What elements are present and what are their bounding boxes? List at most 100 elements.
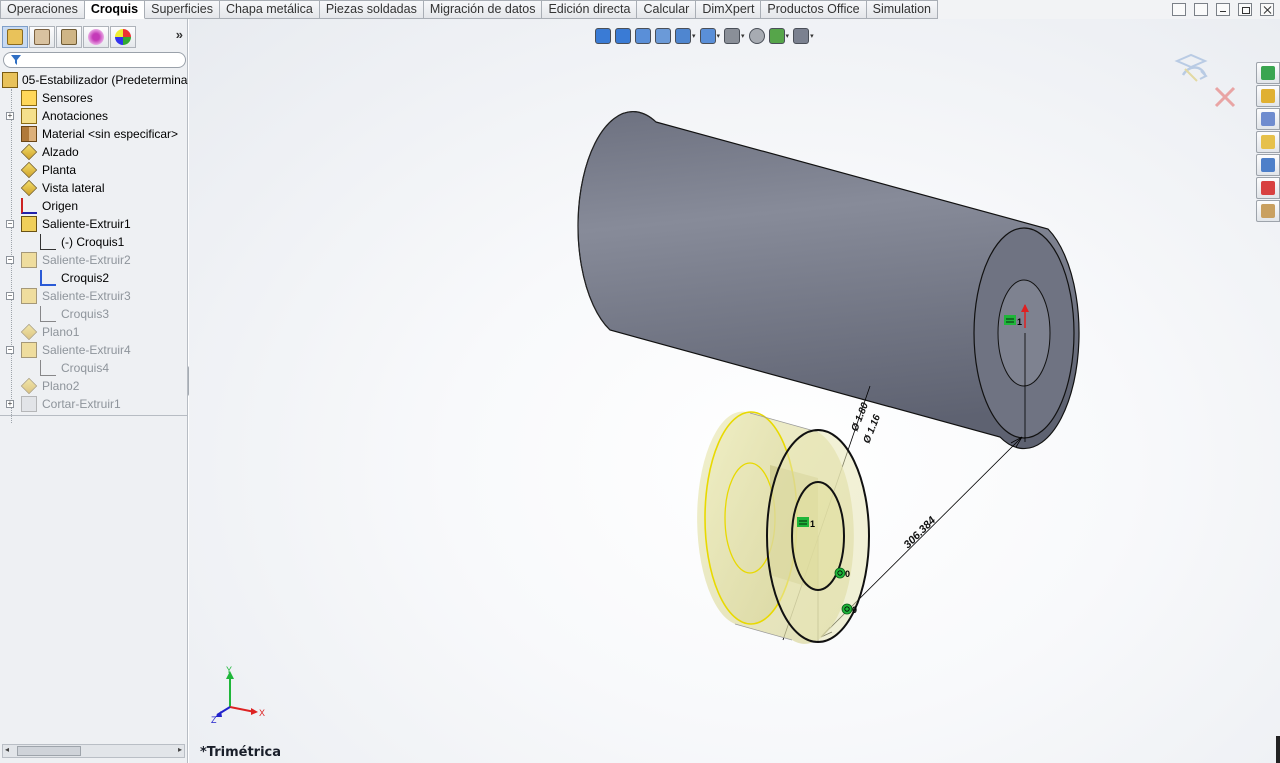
graphics-area[interactable]: ▾ ▾ ▾ ▾ ▾ 306.384 Ø 1.80 Ø 1.16 1 1 0 0 … xyxy=(189,19,1280,763)
tab-operaciones[interactable]: Operaciones xyxy=(0,0,85,19)
expand-icon[interactable]: + xyxy=(6,112,14,120)
command-manager-tabs: Operaciones Croquis Superficies Chapa metál… xyxy=(0,0,1280,19)
sensors-icon xyxy=(21,90,37,106)
tree-node[interactable]: Plano1 xyxy=(0,323,188,341)
view-orientation-label: *Trimétrica xyxy=(200,745,282,760)
scroll-right-icon[interactable]: ▸ xyxy=(178,745,182,754)
panel-more-chevron[interactable]: » xyxy=(176,27,183,42)
tree-node[interactable]: Plano2 xyxy=(0,377,188,395)
tree-filter-input[interactable] xyxy=(3,52,186,68)
tree-node-label: Plano2 xyxy=(42,379,80,393)
appearances-icon xyxy=(1261,181,1275,195)
tab-dimxpert[interactable]: DimXpert xyxy=(696,0,762,19)
collapse-icon[interactable]: − xyxy=(6,346,14,354)
task-pane-tab-design-library[interactable] xyxy=(1256,108,1280,130)
tile-left-icon[interactable] xyxy=(1172,3,1186,16)
featuremanager-panel: » 05-Estabilizador (Predetermina Sensores… xyxy=(0,19,188,763)
tube-body[interactable] xyxy=(577,110,1080,450)
tree-node[interactable]: Planta xyxy=(0,161,188,179)
view-palette-icon xyxy=(1261,158,1275,172)
displaymanager-icon xyxy=(115,29,131,45)
tree-node-label: Croquis3 xyxy=(61,307,110,321)
tab-piezas-soldadas[interactable]: Piezas soldadas xyxy=(319,0,424,19)
task-pane-tab-view-palette[interactable] xyxy=(1256,154,1280,176)
extrude-icon xyxy=(21,342,37,358)
tree-node-label: Material <sin especificar> xyxy=(42,127,179,141)
tab-productos-office[interactable]: Productos Office xyxy=(761,0,867,19)
tree-node[interactable]: + Anotaciones xyxy=(0,107,188,125)
tree-node-label: Planta xyxy=(42,163,77,177)
tab-chapa-metálica[interactable]: Chapa metálica xyxy=(219,0,320,19)
collapse-icon[interactable]: − xyxy=(6,256,14,264)
triad-y-label: Y xyxy=(226,665,232,675)
tab-calcular[interactable]: Calcular xyxy=(637,0,697,19)
tree-node[interactable]: − Saliente-Extruir4 xyxy=(0,341,188,359)
tab-superficies[interactable]: Superficies xyxy=(145,0,220,19)
tree-node[interactable]: Croquis4 xyxy=(0,359,188,377)
task-pane-tab-custom-properties[interactable] xyxy=(1256,200,1280,222)
scrollbar-thumb[interactable] xyxy=(17,746,81,756)
restore-button[interactable] xyxy=(1238,3,1252,16)
tree-node[interactable]: Origen xyxy=(0,197,188,215)
tree-node-label: Sensores xyxy=(42,91,93,105)
tree-node[interactable]: − Saliente-Extruir1 xyxy=(0,215,188,233)
displaymanager-tab[interactable] xyxy=(110,26,136,48)
reference-triad: Y X Z xyxy=(211,665,265,725)
tree-node[interactable]: Alzado xyxy=(0,143,188,161)
tree-node[interactable]: − Saliente-Extruir2 xyxy=(0,251,188,269)
tree-node[interactable]: + Cortar-Extruir1 xyxy=(0,395,188,413)
tree-node-label: Croquis4 xyxy=(61,361,110,375)
configurationmanager-icon xyxy=(61,29,77,45)
model-view: 306.384 Ø 1.80 Ø 1.16 1 1 0 0 xyxy=(577,110,1080,644)
tree-node[interactable]: Vista lateral xyxy=(0,179,188,197)
design-library-icon xyxy=(1261,112,1275,126)
tree-node[interactable]: 05-Estabilizador (Predetermina xyxy=(0,71,188,89)
extrude-icon xyxy=(21,216,37,232)
task-pane-tab-appearances[interactable] xyxy=(1256,177,1280,199)
concentric-relation-tag[interactable]: 0 xyxy=(834,567,850,579)
tree-node[interactable]: Croquis3 xyxy=(0,305,188,323)
tab-migración-de-datos[interactable]: Migración de datos xyxy=(423,0,543,19)
cancel-sketch-icon[interactable] xyxy=(1213,85,1237,109)
exit-sketch-icon[interactable] xyxy=(1171,51,1211,87)
propertymanager-tab[interactable] xyxy=(29,26,55,48)
extrude-icon xyxy=(21,288,37,304)
collapse-icon[interactable]: − xyxy=(6,292,14,300)
task-pane-tab-home[interactable] xyxy=(1256,85,1280,107)
tree-node-label: Cortar-Extruir1 xyxy=(42,397,121,411)
extrude-icon xyxy=(21,252,37,268)
tree-node-label: Croquis2 xyxy=(61,271,110,285)
tree-node-label: Alzado xyxy=(42,145,79,159)
triad-z-label: Z xyxy=(211,715,217,725)
tree-node[interactable]: (-) Croquis1 xyxy=(0,233,188,251)
plane-icon xyxy=(20,179,38,197)
tab-simulation[interactable]: Simulation xyxy=(866,0,938,19)
tree-node[interactable]: Sensores xyxy=(0,89,188,107)
triad-x-label: X xyxy=(259,708,265,718)
tree-node[interactable]: Croquis2 xyxy=(0,269,188,287)
minimize-button[interactable] xyxy=(1216,3,1230,16)
tile-right-icon[interactable] xyxy=(1194,3,1208,16)
task-pane-tab-solidworks-resources[interactable] xyxy=(1256,62,1280,84)
window-controls xyxy=(1172,3,1274,16)
plane-icon xyxy=(20,143,38,161)
origin-icon xyxy=(21,198,37,214)
concentric-relation-tag[interactable]: 0 xyxy=(841,603,857,615)
tree-node[interactable]: Material <sin especificar> xyxy=(0,125,188,143)
tree-horizontal-scrollbar[interactable]: ◂ ▸ xyxy=(2,744,185,758)
scroll-left-icon[interactable]: ◂ xyxy=(5,745,9,754)
distance-dimension-label[interactable]: 306.384 xyxy=(902,515,939,552)
featuremanager-tab[interactable] xyxy=(2,26,28,48)
dimxpertmanager-tab[interactable] xyxy=(83,26,109,48)
tree-node-label: Vista lateral xyxy=(42,181,105,195)
sketch-active-icon xyxy=(40,270,56,286)
collapse-icon[interactable]: − xyxy=(6,220,14,228)
expand-icon[interactable]: + xyxy=(6,400,14,408)
close-button[interactable] xyxy=(1260,3,1274,16)
task-pane-tab-file-explorer[interactable] xyxy=(1256,131,1280,153)
tab-croquis[interactable]: Croquis xyxy=(84,0,146,19)
tree-node-label: Origen xyxy=(42,199,79,213)
configurationmanager-tab[interactable] xyxy=(56,26,82,48)
tab-edición-directa[interactable]: Edición directa xyxy=(542,0,638,19)
tree-node[interactable]: − Saliente-Extruir3 xyxy=(0,287,188,305)
